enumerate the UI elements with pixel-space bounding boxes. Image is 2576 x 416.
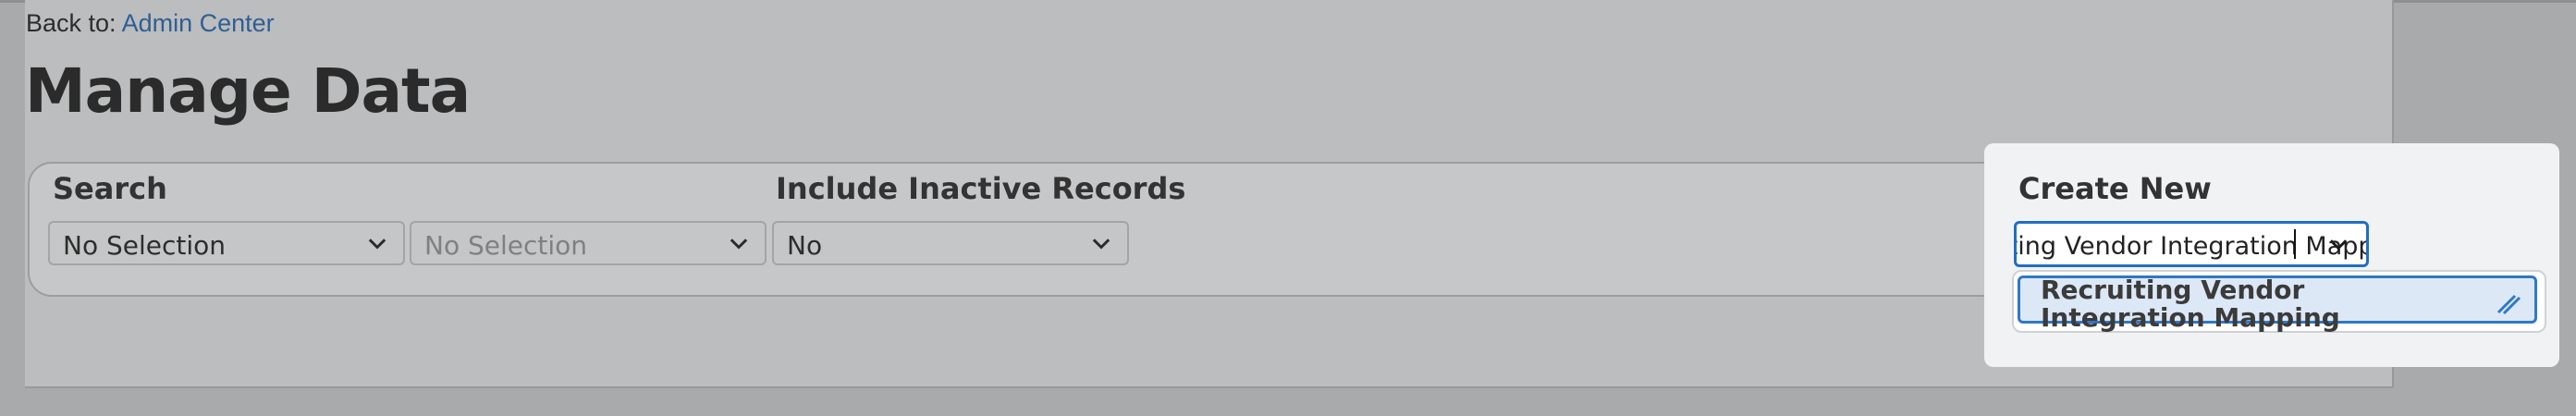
page-title: Manage Data [25,55,471,127]
search-object-select[interactable]: No Selection [48,221,405,265]
chevron-down-icon [368,239,386,250]
include-inactive-select[interactable]: No [772,221,1129,265]
create-new-label: Create New [2018,171,2212,206]
create-new-input-value[interactable]: Recruiting Vendor Integration Mapping [2017,232,2366,261]
text-caret [2294,229,2296,259]
chevron-down-icon[interactable] [2325,232,2351,258]
breadcrumb-prefix: Back to: [26,9,117,37]
search-object-value: No Selection [63,230,227,261]
pencil-icon [2496,294,2521,315]
chevron-down-icon [1092,239,1110,250]
dropdown-option[interactable]: Recruiting Vendor Integration Mapping [2018,275,2537,332]
include-inactive-label: Include Inactive Records [776,171,1186,206]
admin-center-link[interactable]: Admin Center [122,9,275,37]
chevron-down-icon [730,239,748,250]
include-inactive-value: No [787,230,823,261]
create-new-combobox[interactable]: Recruiting Vendor Integration Mapping [2014,221,2369,267]
breadcrumb: Back to: Admin Center [26,9,275,38]
search-record-value: No Selection [424,230,588,261]
dropdown-option-label: Recruiting Vendor Integration Mapping [2041,275,2340,333]
search-record-select[interactable]: No Selection [410,221,767,265]
create-new-dropdown: Recruiting Vendor Integration Mapping [2012,270,2546,333]
search-label: Search [53,171,167,206]
